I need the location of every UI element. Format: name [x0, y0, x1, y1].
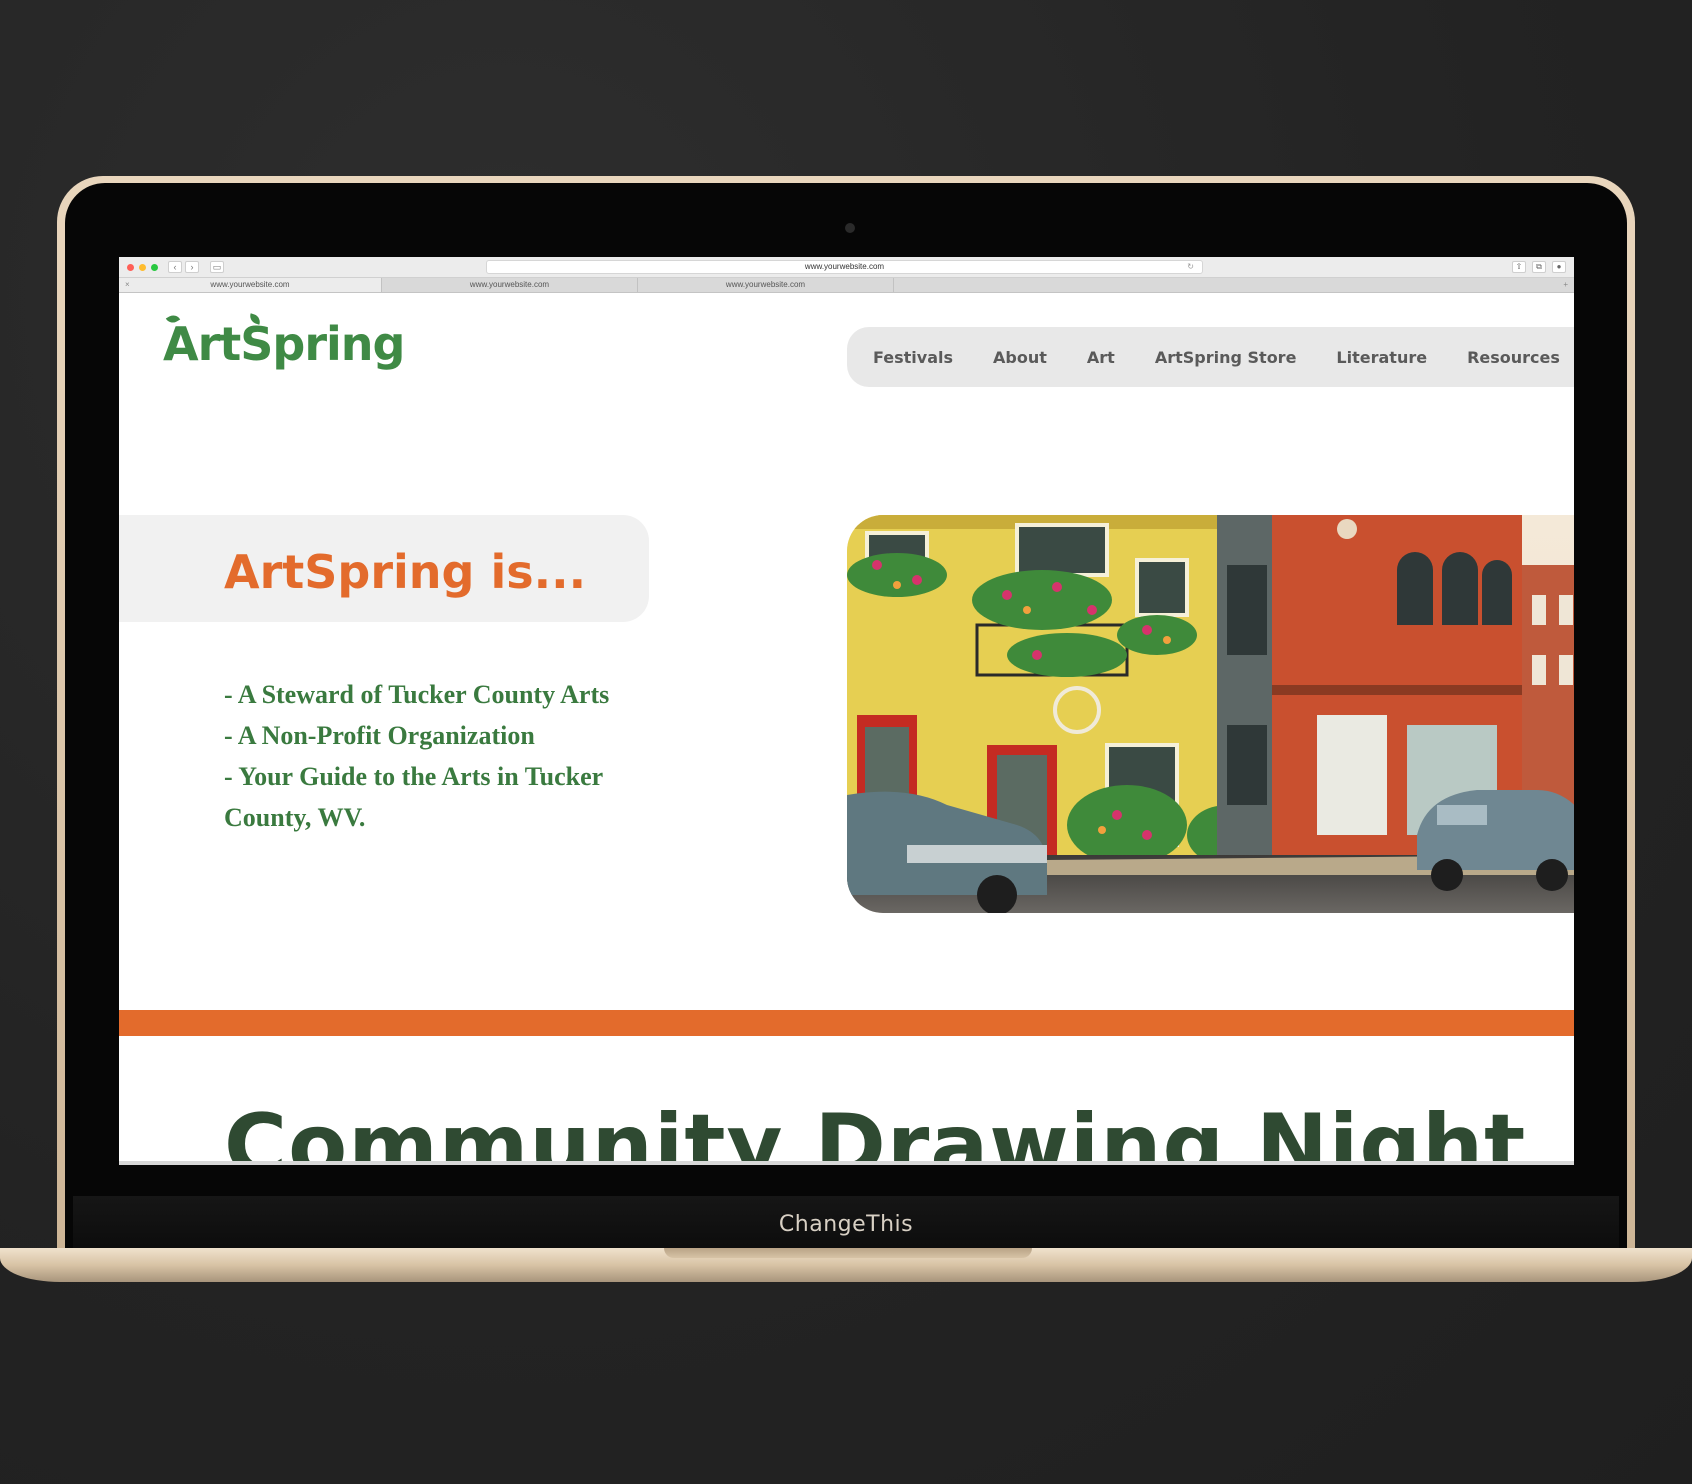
- share-icon[interactable]: ⇧: [1512, 261, 1526, 273]
- address-bar[interactable]: www.yourwebsite.com ↻: [486, 260, 1203, 274]
- page-headline: ArtSpring is...: [224, 545, 587, 599]
- forward-icon[interactable]: ›: [185, 261, 199, 273]
- website: ArtSpring Festivals About Art ArtSpring …: [119, 293, 1574, 1165]
- close-tab-icon[interactable]: ×: [125, 278, 130, 292]
- nav-art[interactable]: Art: [1067, 348, 1135, 367]
- tab-label: www.yourwebsite.com: [725, 280, 806, 289]
- browser-toolbar: ‹ › ▭ www.yourwebsite.com ↻ ⇧ ⧉ ●: [119, 257, 1574, 278]
- street-photo: [847, 515, 1574, 913]
- nav-festivals[interactable]: Festivals: [853, 348, 973, 367]
- laptop-chin: ChangeThis: [73, 1196, 1619, 1252]
- main-nav: Festivals About Art ArtSpring Store Lite…: [847, 327, 1574, 387]
- tab-bar: × www.yourwebsite.com www.yourwebsite.co…: [119, 278, 1574, 293]
- browser-tab[interactable]: www.yourwebsite.com: [382, 278, 638, 292]
- window-controls: [127, 263, 158, 271]
- minimize-window-button[interactable]: [139, 263, 146, 271]
- address-text: www.yourwebsite.com: [804, 262, 885, 271]
- nav-about[interactable]: About: [973, 348, 1067, 367]
- extension-icon[interactable]: ●: [1552, 261, 1566, 273]
- nav-resources[interactable]: Resources: [1447, 348, 1574, 367]
- sidebar-icon[interactable]: ▭: [210, 261, 224, 273]
- tabs-overview-icon[interactable]: ⧉: [1532, 261, 1546, 273]
- mission-item: - A Non-Profit Organization: [224, 721, 535, 750]
- tab-label: www.yourwebsite.com: [210, 280, 290, 289]
- browser-tab[interactable]: www.yourwebsite.com: [638, 278, 894, 292]
- zoom-window-button[interactable]: [151, 263, 158, 271]
- camera-icon: [845, 223, 855, 233]
- new-tab-icon[interactable]: +: [1563, 278, 1568, 292]
- browser-tab[interactable]: × www.yourwebsite.com: [119, 278, 382, 292]
- laptop-notch: [664, 1248, 1032, 1258]
- laptop-brand: ChangeThis: [778, 1211, 914, 1237]
- back-icon[interactable]: ‹: [168, 261, 182, 273]
- street-illustration: [847, 515, 1574, 913]
- scrollbar[interactable]: [119, 1161, 1574, 1165]
- tab-label: www.yourwebsite.com: [469, 280, 550, 289]
- section-title: Community Drawing Night: [224, 1096, 1527, 1165]
- nav-store[interactable]: ArtSpring Store: [1135, 348, 1317, 367]
- section-divider: [119, 1010, 1574, 1036]
- close-window-button[interactable]: [127, 263, 134, 271]
- nav-literature[interactable]: Literature: [1316, 348, 1447, 367]
- mission-list: - A Steward of Tucker County Arts - A No…: [224, 674, 654, 838]
- mission-item: - A Steward of Tucker County Arts: [224, 680, 610, 709]
- mission-item: - Your Guide to the Arts in Tucker Count…: [224, 762, 603, 832]
- browser-window: ‹ › ▭ www.yourwebsite.com ↻ ⇧ ⧉ ● × www.…: [119, 257, 1574, 1165]
- refresh-icon[interactable]: ↻: [1187, 261, 1194, 273]
- logo-text: ArtSpring: [163, 317, 405, 371]
